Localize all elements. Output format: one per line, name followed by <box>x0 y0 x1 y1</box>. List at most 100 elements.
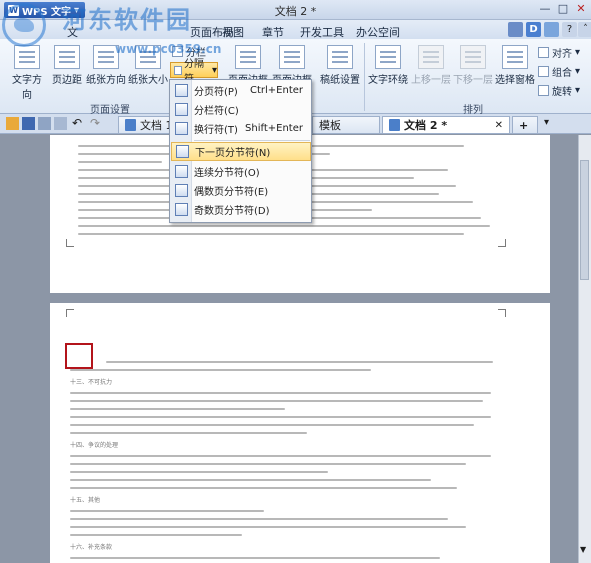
menu-item-next-page-section-break[interactable]: 下一页分节符(N) <box>171 142 311 161</box>
doc-tab-2[interactable]: 文档 2 * ✕ <box>382 116 510 133</box>
scroll-down-icon[interactable]: ▼ <box>580 545 586 554</box>
tab-view[interactable]: 视图 <box>222 24 244 40</box>
draft-settings-label: 稿纸设置 <box>320 75 360 86</box>
send-backward-label: 下移一层 <box>453 75 493 86</box>
bring-forward-button[interactable]: 上移一层 <box>410 45 452 86</box>
rotate-button[interactable]: 旋转 ▾ <box>538 83 580 98</box>
chevron-down-icon: ▾ <box>575 85 581 96</box>
bring-forward-label: 上移一层 <box>411 75 451 86</box>
maximize-button[interactable]: □ <box>554 1 572 17</box>
page-2-text: 十三、不可抗力 十四、争议的处理 十五、其他 十六、补充条款 <box>70 355 500 563</box>
rotate-label: 旋转 <box>552 87 572 98</box>
doc-tab-1-label: 文档 1 <box>140 119 173 132</box>
folder-icon[interactable] <box>6 117 19 130</box>
close-button[interactable]: ✕ <box>572 1 590 17</box>
breaks-button[interactable]: 分隔符 ▾ <box>170 59 218 85</box>
undo-icon[interactable]: ↶ <box>72 116 82 130</box>
rotate-icon <box>538 85 549 96</box>
next-page-section-break-icon <box>176 145 189 158</box>
chevron-down-icon: ▾ <box>211 64 217 76</box>
tab-list-chevron-icon[interactable]: ▾ <box>544 117 549 128</box>
send-backward-icon <box>460 45 486 69</box>
chevron-up-icon[interactable]: ˄ <box>578 22 591 37</box>
menu-item-label: 换行符(T) <box>194 125 238 136</box>
watermark-logo-icon <box>2 3 46 47</box>
section-heading: 十六、补充条款 <box>70 544 113 551</box>
page-2[interactable]: 十三、不可抗力 十四、争议的处理 十五、其他 十六、补充条款 <box>50 303 550 563</box>
close-tab-icon[interactable]: ✕ <box>495 120 503 131</box>
doc-tab-template-label: 模板 <box>319 119 341 132</box>
minimize-button[interactable]: — <box>536 1 554 17</box>
margins-icon <box>54 45 80 69</box>
redo-icon[interactable]: ↷ <box>90 116 100 130</box>
menu-item-continuous-section-break[interactable]: 连续分节符(O) <box>171 162 311 181</box>
text-wrap-button[interactable]: 文字环绕 <box>368 45 408 86</box>
skin-icon[interactable] <box>508 22 523 37</box>
page-border-icon <box>235 45 261 69</box>
text-direction-icon <box>14 45 40 69</box>
help-icon[interactable]: ? <box>562 22 577 37</box>
draft-settings-button[interactable]: 稿纸设置 <box>318 45 362 86</box>
document-icon <box>125 119 136 131</box>
menu-item-label: 分页符(P) <box>194 87 238 98</box>
doc-tab-2-label: 文档 2 * <box>404 119 448 132</box>
save-icon[interactable] <box>22 117 35 130</box>
margins-label: 页边距 <box>52 75 82 86</box>
breaks-dropdown-menu: 分页符(P) Ctrl+Enter 分栏符(C) 换行符(T) Shift+En… <box>169 79 312 223</box>
section-heading: 十五、其他 <box>70 497 101 504</box>
document-icon <box>389 119 400 131</box>
print-icon[interactable] <box>38 117 51 130</box>
print-preview-icon[interactable] <box>54 117 67 130</box>
align-button[interactable]: 对齐 ▾ <box>538 45 580 60</box>
menu-item-label: 下一页分节符(N) <box>195 148 271 159</box>
menu-item-line-break[interactable]: 换行符(T) Shift+Enter <box>171 119 311 138</box>
even-page-section-break-icon <box>175 184 188 197</box>
select-pane-button[interactable]: 选择窗格 <box>494 45 536 86</box>
odd-page-section-break-icon <box>175 203 188 216</box>
menu-item-shortcut: Ctrl+Enter <box>249 85 303 96</box>
tab-office-space[interactable]: 办公空间 <box>356 24 400 40</box>
text-wrap-label: 文字环绕 <box>368 75 408 86</box>
align-label: 对齐 <box>552 49 572 60</box>
menu-item-label: 偶数页分节符(E) <box>194 187 269 198</box>
tab-developer[interactable]: 开发工具 <box>300 24 344 40</box>
doc-tab-template[interactable]: 模板 <box>312 116 380 133</box>
menu-item-column-break[interactable]: 分栏符(C) <box>171 100 311 119</box>
crop-mark <box>498 309 506 317</box>
page-break-icon <box>175 84 188 97</box>
menu-item-label: 奇数页分节符(D) <box>194 206 270 217</box>
menu-item-page-break[interactable]: 分页符(P) Ctrl+Enter <box>171 81 311 100</box>
section-break-marker-highlight <box>65 343 93 369</box>
add-tab-label: + <box>519 118 529 132</box>
continuous-section-break-icon <box>175 165 188 178</box>
new-tab-button[interactable]: + <box>512 116 538 133</box>
group-icon <box>538 66 549 77</box>
select-pane-icon <box>502 45 528 69</box>
crop-mark <box>498 239 506 247</box>
tab-chapter[interactable]: 章节 <box>262 24 284 40</box>
menu-item-shortcut: Shift+Enter <box>245 123 303 134</box>
send-backward-button[interactable]: 下移一层 <box>452 45 494 86</box>
breaks-icon <box>174 65 183 75</box>
draft-paper-icon <box>327 45 353 69</box>
margins-button[interactable]: 页边距 <box>50 45 84 86</box>
section-heading: 十四、争议的处理 <box>70 442 119 449</box>
menu-item-even-page-section-break[interactable]: 偶数页分节符(E) <box>171 181 311 200</box>
menu-item-label: 连续分节符(O) <box>194 168 260 179</box>
size-label: 纸张大小 <box>128 75 168 86</box>
text-direction-button[interactable]: 文字方向 <box>8 45 46 101</box>
watermark-url: www.pc0359.cn <box>115 42 222 56</box>
column-break-icon <box>175 103 188 116</box>
group-divider <box>364 43 365 111</box>
menu-item-odd-page-section-break[interactable]: 奇数页分节符(D) <box>171 200 311 219</box>
scrollbar-thumb[interactable] <box>580 160 589 280</box>
menu-separator <box>194 140 310 141</box>
group-button[interactable]: 组合 ▾ <box>538 64 580 79</box>
crop-mark <box>66 239 74 247</box>
user-icon[interactable] <box>544 22 559 37</box>
watermark-name: 河东软件园 <box>62 6 192 34</box>
text-direction-label: 文字方向 <box>12 75 42 101</box>
docer-icon[interactable]: D <box>526 22 541 37</box>
crop-mark <box>66 309 74 317</box>
section-heading: 十三、不可抗力 <box>70 379 113 386</box>
